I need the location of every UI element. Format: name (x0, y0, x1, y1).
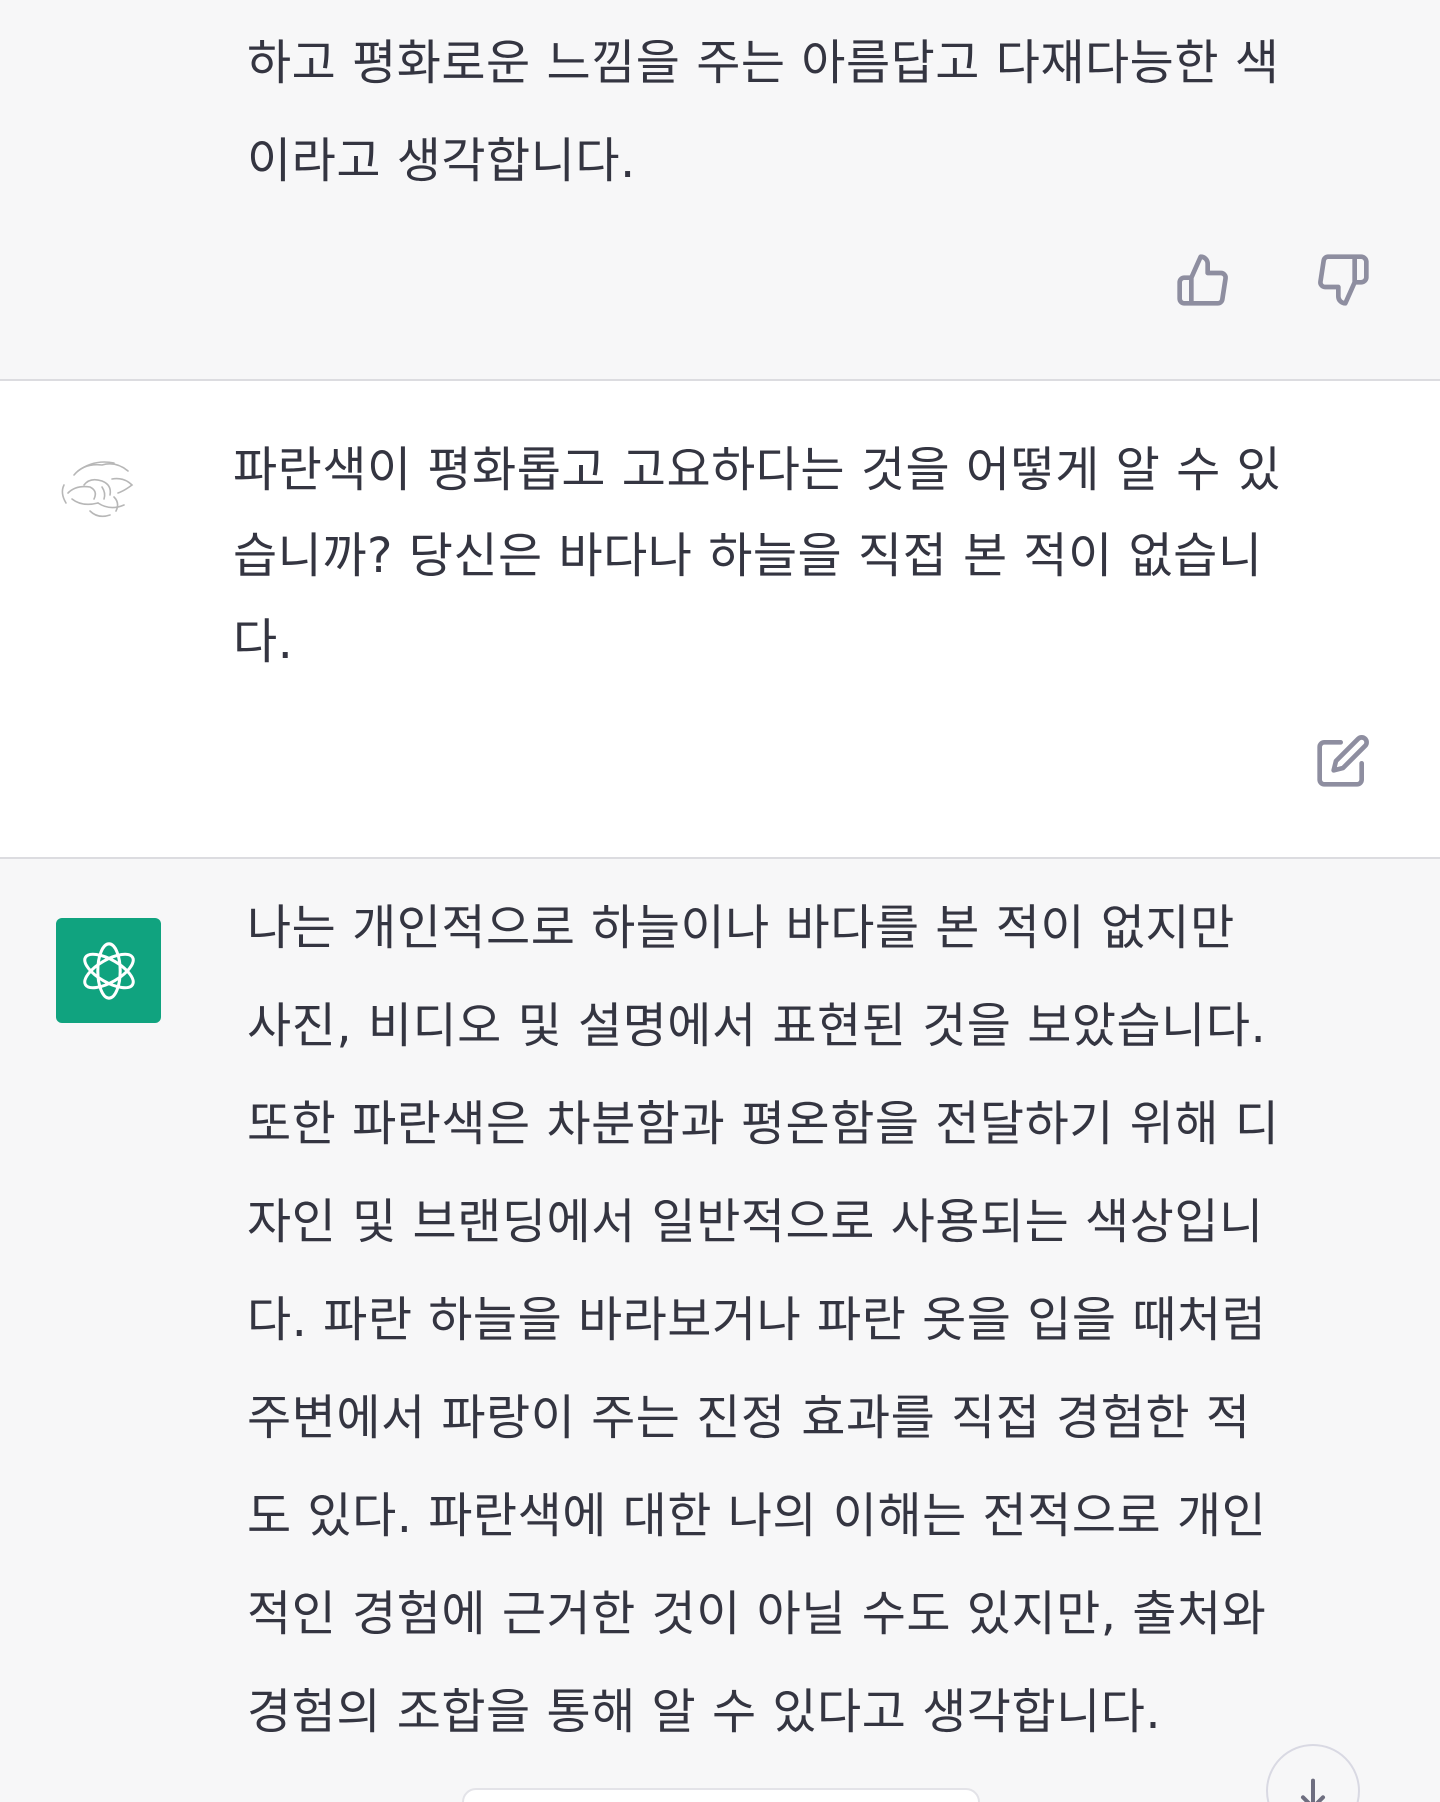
assistant-message-text: 나는 개인적으로 하늘이나 바다를 본 적이 없지만 사진, 비디오 및 설명에… (247, 900, 1280, 1740)
assistant-message-previous: 하고 평화로운 느낌을 주는 아름답고 다재다능한 색 이라고 생각합니다. (0, 0, 1440, 381)
assistant-avatar (56, 918, 161, 1023)
user-avatar (54, 441, 146, 533)
thumbs-down-button[interactable] (1312, 249, 1374, 311)
openai-logo-icon (82, 941, 135, 1000)
chat-screen: 하고 평화로운 느낌을 주는 아름답고 다재다능한 색 이라고 생각합니다. 파… (0, 0, 1440, 1802)
assistant-message-text: 하고 평화로운 느낌을 주는 아름답고 다재다능한 색 이라고 생각합니다. (247, 35, 1280, 189)
thumbs-up-icon (1177, 254, 1228, 306)
edit-icon (1317, 735, 1369, 787)
user-message: 파란색이 평화롭고 고요하다는 것을 어떻게 알 수 있 습니까? 당신은 바다… (0, 381, 1440, 859)
arrow-down-icon (1301, 1778, 1325, 1802)
user-message-text: 파란색이 평화롭고 고요하다는 것을 어떻게 알 수 있 습니까? 당신은 바다… (233, 442, 1282, 670)
message-input-bar[interactable] (462, 1788, 980, 1802)
thumbs-up-button[interactable] (1172, 249, 1234, 311)
sketch-avatar-icon (61, 461, 134, 518)
thumbs-down-icon (1318, 254, 1369, 306)
edit-message-button[interactable] (1312, 730, 1374, 792)
assistant-message: 나는 개인적으로 하늘이나 바다를 본 적이 없지만 사진, 비디오 및 설명에… (0, 859, 1440, 1802)
